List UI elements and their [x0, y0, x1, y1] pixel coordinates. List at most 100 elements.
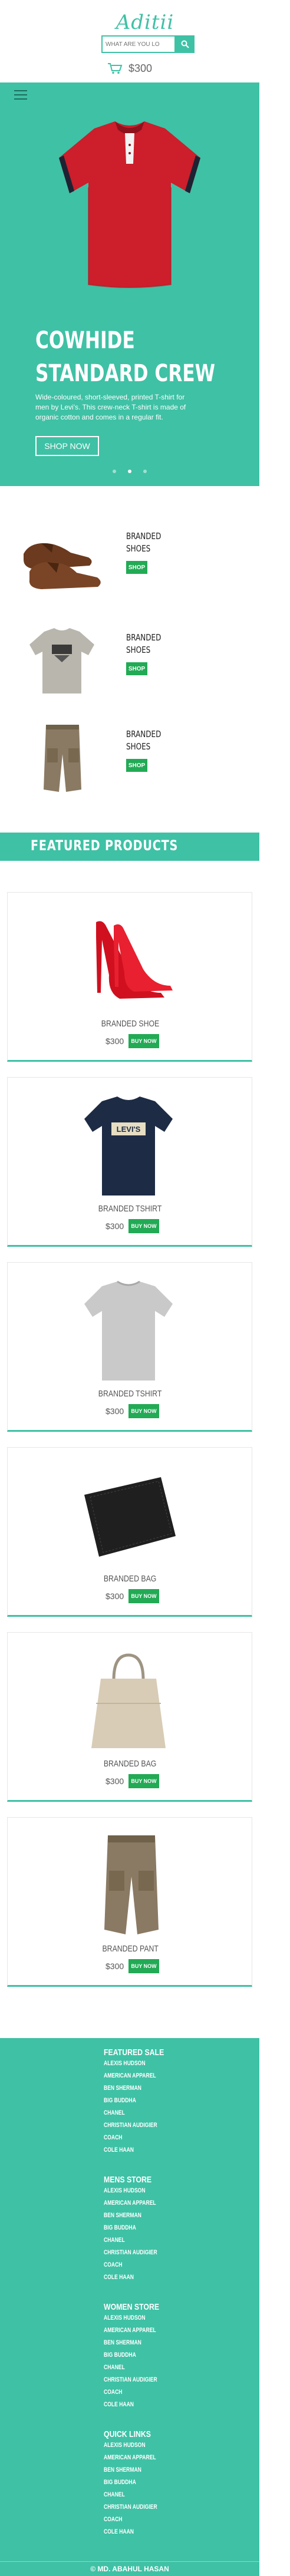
hero-title: COWHIDE STANDARD CREW: [35, 324, 266, 390]
footer-link[interactable]: BEN SHERMAN: [104, 2464, 172, 2476]
product-card[interactable]: BRANDED TSHIRT $300 BUY NOW: [7, 1262, 252, 1432]
footer-link[interactable]: BIG BUDDHA: [104, 2095, 177, 2107]
footer-link[interactable]: ALEXIS HUDSON: [104, 2058, 177, 2070]
footer-links: ALEXIS HUDSON AMERICAN APPAREL BEN SHERM…: [104, 2439, 172, 2538]
cart-summary[interactable]: $300: [107, 61, 152, 75]
featured-products-title: FEATURED PRODUCTS: [31, 837, 179, 854]
hero-banner: COWHIDE STANDARD CREW Wide-coloured, sho…: [0, 82, 259, 486]
footer-link[interactable]: CHANEL: [104, 2362, 172, 2374]
product-price: $300: [106, 1591, 124, 1601]
branded-item: BRANDED SHOES SHOP: [0, 719, 259, 807]
khaki-cargo-pants-image: [104, 1835, 159, 1934]
cart-total: $300: [128, 62, 153, 74]
footer-links: ALEXIS HUDSON AMERICAN APPAREL BEN SHERM…: [104, 2312, 172, 2411]
carousel-dot[interactable]: [113, 470, 116, 473]
site-logo[interactable]: Aditii: [0, 11, 290, 34]
copyright-text: © MD. ABAHUL HASAN: [90, 2565, 169, 2573]
footer-link[interactable]: BIG BUDDHA: [104, 2476, 172, 2489]
navy-levis-tshirt-image: LEVI'S: [84, 1097, 173, 1195]
buy-now-button[interactable]: BUY NOW: [128, 1774, 159, 1788]
product-card[interactable]: BRANDED BAG $300 BUY NOW: [7, 1632, 252, 1802]
buy-now-button[interactable]: BUY NOW: [128, 1589, 159, 1603]
red-high-heels-image: [96, 921, 173, 999]
buy-now-button[interactable]: BUY NOW: [128, 1959, 159, 1973]
product-name: BRANDED TSHIRT: [98, 1204, 162, 1214]
footer-link[interactable]: CHRISTIAN AUDIGIER: [104, 2501, 172, 2514]
footer-link[interactable]: AMERICAN APPAREL: [104, 2452, 172, 2464]
footer-link[interactable]: ALEXIS HUDSON: [104, 2185, 172, 2197]
footer-link[interactable]: CHANEL: [104, 2107, 177, 2119]
branded-item: BRANDED SHOES SHOP: [0, 518, 259, 607]
footer-link[interactable]: COACH: [104, 2514, 172, 2526]
footer-link[interactable]: COLE HAAN: [104, 2271, 172, 2284]
product-price: $300: [106, 1961, 124, 1971]
footer-link[interactable]: COACH: [104, 2386, 172, 2399]
svg-text:LEVI'S: LEVI'S: [117, 1125, 141, 1134]
product-name: BRANDED BAG: [104, 1574, 157, 1584]
product-card[interactable]: BRANDED SHOE $300 BUY NOW: [7, 892, 252, 1062]
footer-link[interactable]: COLE HAAN: [104, 2144, 177, 2156]
brown-leather-shoes-image: [24, 543, 101, 589]
footer-link[interactable]: COLE HAAN: [104, 2399, 172, 2411]
footer-section-women-store: WOMEN STORE ALEXIS HUDSON AMERICAN APPAR…: [104, 2302, 172, 2411]
footer-link[interactable]: COACH: [104, 2132, 177, 2144]
buy-now-button[interactable]: BUY NOW: [128, 1219, 159, 1233]
branded-item: BRANDED SHOES SHOP: [0, 620, 259, 708]
product-card[interactable]: BRANDED PANT $300 BUY NOW: [7, 1817, 252, 1987]
product-name: BRANDED BAG: [104, 1759, 157, 1769]
product-name: BRANDED TSHIRT: [98, 1389, 162, 1399]
footer-heading: FEATURED SALE: [104, 2047, 164, 2058]
shop-now-button[interactable]: SHOP NOW: [35, 436, 99, 456]
hero-description: Wide-coloured, short-sleeved, printed T-…: [35, 393, 186, 421]
footer-link[interactable]: COLE HAAN: [104, 2526, 172, 2538]
footer-link[interactable]: BEN SHERMAN: [104, 2082, 177, 2095]
buy-now-button[interactable]: BUY NOW: [128, 1034, 159, 1048]
footer-link[interactable]: CHRISTIAN AUDIGIER: [104, 2119, 177, 2132]
product-price: $300: [106, 1406, 124, 1416]
hamburger-menu-icon[interactable]: [14, 90, 27, 100]
product-card[interactable]: LEVI'S BRANDED TSHIRT $300 BUY NOW: [7, 1077, 252, 1247]
cargo-shorts-image: [44, 725, 81, 792]
footer-link[interactable]: AMERICAN APPAREL: [104, 2324, 172, 2337]
shop-button[interactable]: SHOP: [126, 662, 147, 675]
footer-link[interactable]: CHANEL: [104, 2489, 172, 2501]
footer-link[interactable]: CHRISTIAN AUDIGIER: [104, 2374, 172, 2386]
product-price: $300: [106, 1036, 124, 1046]
site-footer: FEATURED SALE ALEXIS HUDSON AMERICAN APP…: [0, 2038, 259, 2561]
carousel-dot[interactable]: [143, 470, 147, 473]
footer-heading: QUICK LINKS: [104, 2429, 151, 2439]
footer-link[interactable]: AMERICAN APPAREL: [104, 2070, 177, 2082]
beige-handbag-image: [91, 1653, 166, 1748]
footer-link[interactable]: BIG BUDDHA: [104, 2222, 172, 2234]
branded-label: BRANDED SHOES: [126, 531, 162, 554]
footer-link[interactable]: COACH: [104, 2259, 172, 2271]
search-icon: [181, 40, 189, 48]
product-name: BRANDED SHOE: [101, 1019, 160, 1029]
footer-link[interactable]: BIG BUDDHA: [104, 2349, 172, 2362]
carousel-dots: [0, 470, 259, 473]
product-card[interactable]: BRANDED BAG $300 BUY NOW: [7, 1447, 252, 1617]
footer-link[interactable]: CHRISTIAN AUDIGIER: [104, 2247, 172, 2259]
red-polo-shirt-image: [59, 121, 200, 288]
footer-link[interactable]: ALEXIS HUDSON: [104, 2312, 172, 2324]
product-price: $300: [106, 1221, 124, 1231]
footer-link[interactable]: ALEXIS HUDSON: [104, 2439, 172, 2452]
shop-button[interactable]: SHOP: [126, 759, 147, 772]
copyright-bar: © MD. ABAHUL HASAN: [0, 2561, 259, 2576]
cart-icon: [108, 63, 123, 74]
footer-link[interactable]: AMERICAN APPAREL: [104, 2197, 172, 2210]
search-input[interactable]: [101, 35, 176, 53]
footer-heading: WOMEN STORE: [104, 2302, 160, 2312]
footer-link[interactable]: CHANEL: [104, 2234, 172, 2247]
featured-products-header: FEATURED PRODUCTS: [0, 833, 259, 861]
footer-link[interactable]: BEN SHERMAN: [104, 2337, 172, 2349]
footer-section-mens-store: MENS STORE ALEXIS HUDSON AMERICAN APPARE…: [104, 2175, 172, 2284]
buy-now-button[interactable]: BUY NOW: [128, 1404, 159, 1418]
shop-button[interactable]: SHOP: [126, 561, 147, 574]
footer-section-quick-links: QUICK LINKS ALEXIS HUDSON AMERICAN APPAR…: [104, 2429, 172, 2538]
footer-link[interactable]: BEN SHERMAN: [104, 2210, 172, 2222]
footer-links: ALEXIS HUDSON AMERICAN APPAREL BEN SHERM…: [104, 2058, 177, 2156]
search-button[interactable]: [176, 35, 195, 53]
product-name: BRANDED PANT: [102, 1944, 159, 1954]
carousel-dot-active[interactable]: [128, 470, 131, 473]
